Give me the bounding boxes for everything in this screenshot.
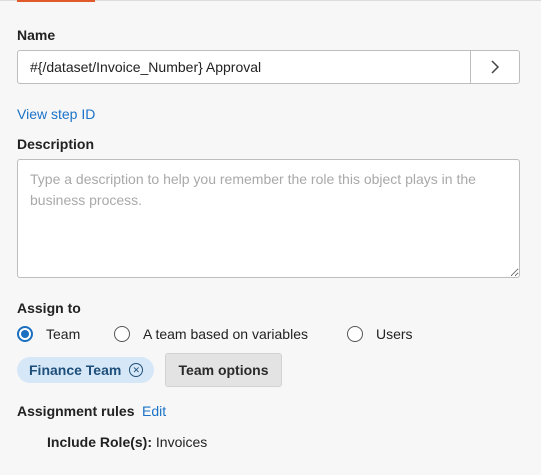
- assign-to-label: Assign to: [17, 300, 81, 316]
- chevron-right-icon: [491, 60, 500, 74]
- radio-team-variables[interactable]: A team based on variables: [114, 325, 308, 343]
- rule-key: Include Role(s):: [47, 434, 153, 450]
- radio-team-indicator[interactable]: [17, 326, 33, 342]
- edit-rules-link[interactable]: Edit: [142, 403, 166, 419]
- radio-users-label: Users: [376, 326, 413, 342]
- expand-name-button[interactable]: [470, 51, 519, 83]
- name-field: [17, 50, 520, 84]
- team-options-button[interactable]: Team options: [165, 353, 282, 387]
- radio-team-variables-label: A team based on variables: [143, 326, 308, 342]
- active-tab-indicator: [17, 0, 95, 2]
- radio-team-variables-indicator[interactable]: [114, 326, 130, 342]
- name-input[interactable]: [18, 51, 470, 83]
- name-label: Name: [17, 27, 56, 43]
- rule-value: Invoices: [155, 434, 208, 450]
- circle-x-icon[interactable]: ✕: [129, 363, 144, 377]
- selected-team-label: Finance Team: [29, 362, 122, 378]
- radio-team-label: Team: [46, 326, 81, 342]
- assignment-rules-label: Assignment rules: [17, 403, 135, 419]
- description-label: Description: [17, 136, 95, 152]
- description-textarea[interactable]: [17, 159, 520, 278]
- radio-team[interactable]: Team: [17, 325, 80, 343]
- radio-users[interactable]: Users: [347, 325, 413, 343]
- selected-team-chip: Finance Team ✕: [17, 357, 155, 383]
- radio-users-indicator[interactable]: [347, 326, 363, 342]
- view-step-id-link[interactable]: View step ID: [17, 106, 95, 122]
- rule-row: Include Role(s): Invoices: [47, 434, 207, 450]
